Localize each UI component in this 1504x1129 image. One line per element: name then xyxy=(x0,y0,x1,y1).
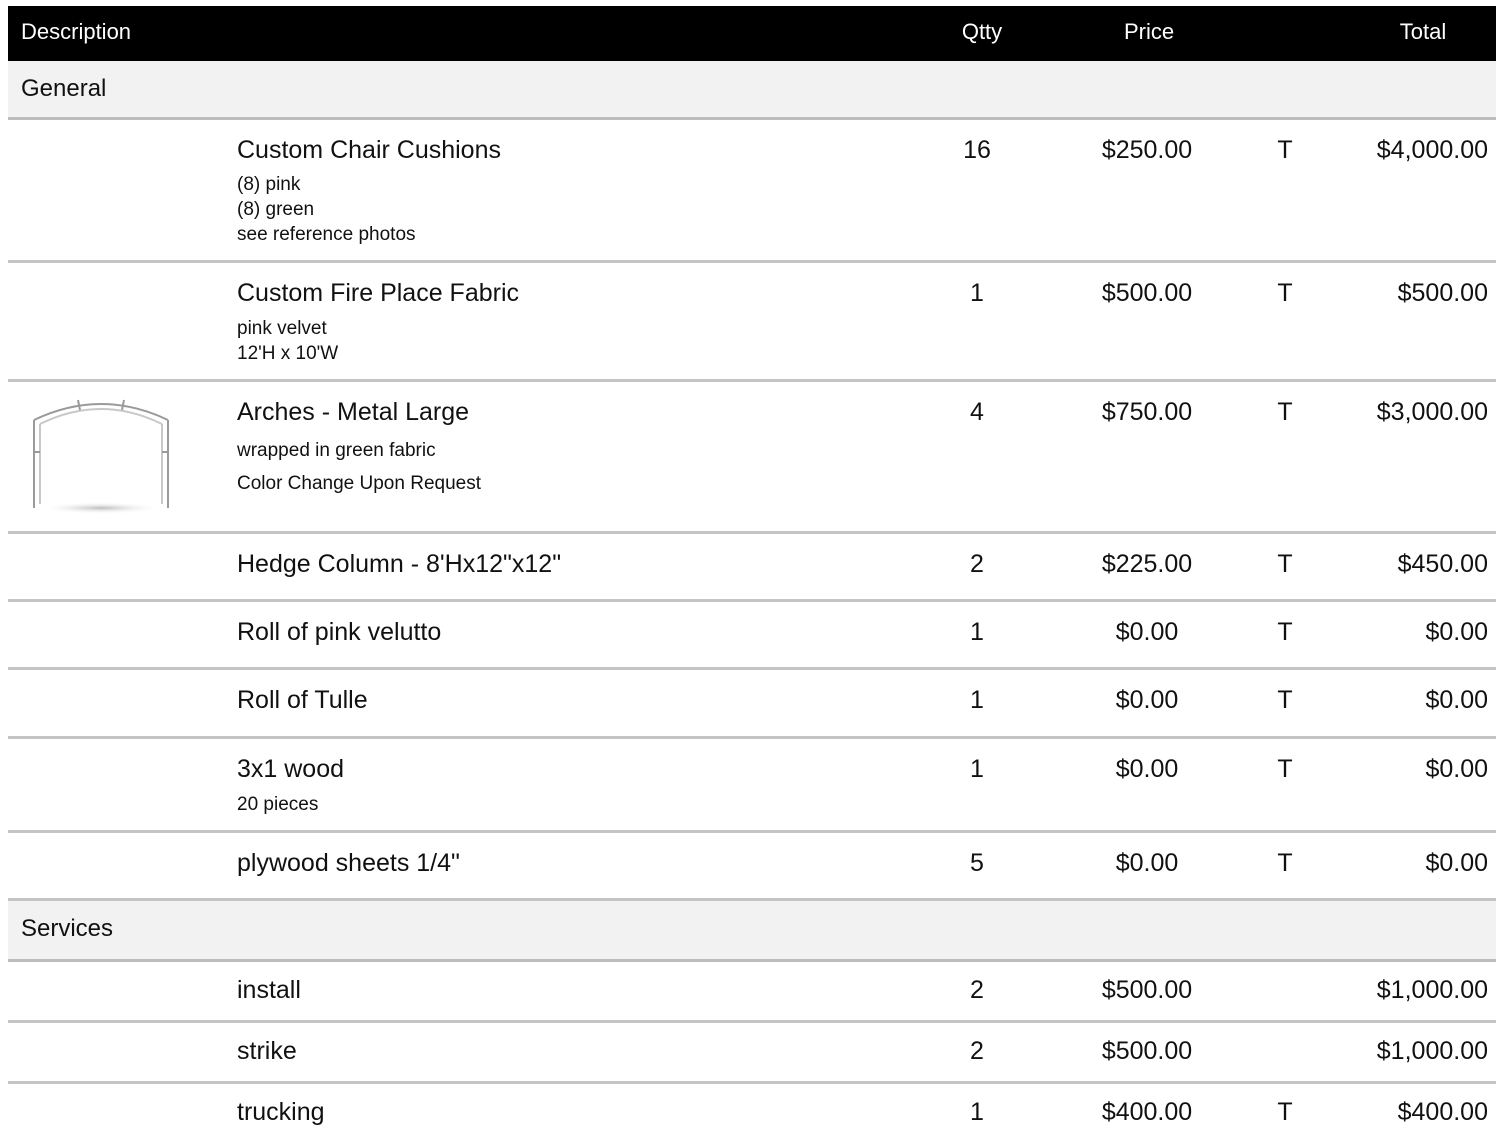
item-tax: T xyxy=(1277,136,1293,164)
item-total: $500.00 xyxy=(1397,279,1488,307)
table-row: install 2 $500.00 $1,000.00 xyxy=(8,962,1496,1023)
item-note: (8) green xyxy=(237,199,315,220)
item-total: $0.00 xyxy=(1425,686,1488,714)
item-tax: T xyxy=(1277,755,1293,783)
item-name: Hedge Column - 8'Hx12"x12" xyxy=(237,550,562,578)
item-notes: wrapped in green fabric Color Change Upo… xyxy=(237,434,481,500)
table-row: trucking 1 $400.00 T $400.00 xyxy=(8,1084,1496,1128)
item-tax: T xyxy=(1277,618,1293,646)
item-name: trucking xyxy=(237,1098,325,1126)
item-name: Roll of Tulle xyxy=(237,686,368,714)
item-price: $0.00 xyxy=(1115,849,1179,877)
item-name: install xyxy=(237,976,301,1004)
item-price: $500.00 xyxy=(1101,1037,1193,1065)
item-name: Arches - Metal Large xyxy=(237,398,470,426)
item-tax: T xyxy=(1277,550,1293,578)
item-total: $1,000.00 xyxy=(1376,976,1488,1004)
item-name: Custom Fire Place Fabric xyxy=(237,279,520,307)
item-total: $0.00 xyxy=(1425,849,1488,877)
item-notes: pink velvet 12'H x 10'W xyxy=(237,316,338,366)
metal-arch-image xyxy=(33,399,169,514)
header-description: Description xyxy=(21,19,132,44)
item-name: Custom Chair Cushions xyxy=(237,136,501,164)
item-qty: 2 xyxy=(970,550,984,578)
item-price: $225.00 xyxy=(1101,550,1193,578)
table-row: Custom Fire Place Fabric pink velvet 12'… xyxy=(8,263,1496,382)
table-row: Roll of pink velutto 1 $0.00 T $0.00 xyxy=(8,602,1496,670)
item-note: see reference photos xyxy=(237,224,416,245)
item-tax: T xyxy=(1277,1098,1293,1126)
item-qty: 1 xyxy=(970,686,984,714)
item-name: 3x1 wood xyxy=(237,755,345,783)
item-tax: T xyxy=(1277,849,1293,877)
item-note: Color Change Upon Request xyxy=(237,473,481,494)
header-price: Price xyxy=(1123,19,1175,44)
item-name: plywood sheets 1/4" xyxy=(237,849,460,877)
section-title: General xyxy=(21,75,107,102)
item-qty: 5 xyxy=(970,849,984,877)
item-note: wrapped in green fabric xyxy=(237,440,436,461)
table-row: strike 2 $500.00 $1,000.00 xyxy=(8,1023,1496,1084)
table-header: Description Qtty Price Total xyxy=(8,6,1496,61)
item-tax: T xyxy=(1277,279,1293,307)
item-qty: 1 xyxy=(970,755,984,783)
item-notes: (8) pink (8) green see reference photos xyxy=(237,172,416,247)
item-name: Roll of pink velutto xyxy=(237,618,442,646)
item-price: $0.00 xyxy=(1115,618,1179,646)
item-price: $500.00 xyxy=(1101,279,1193,307)
item-total: $3,000.00 xyxy=(1376,398,1488,426)
table-row: Custom Chair Cushions (8) pink (8) green… xyxy=(8,120,1496,263)
item-total: $450.00 xyxy=(1397,550,1488,578)
item-note: 20 pieces xyxy=(237,794,319,815)
item-qty: 1 xyxy=(970,279,984,307)
item-qty: 4 xyxy=(970,398,984,426)
item-qty: 16 xyxy=(963,136,991,164)
item-total: $4,000.00 xyxy=(1376,136,1488,164)
table-row: plywood sheets 1/4" 5 $0.00 T $0.00 xyxy=(8,833,1496,901)
item-total: $1,000.00 xyxy=(1376,1037,1488,1065)
item-notes: 20 pieces xyxy=(237,792,318,817)
item-price: $250.00 xyxy=(1101,136,1193,164)
invoice-table: Description Qtty Price Total General Cus… xyxy=(8,6,1496,1128)
section-services: Services xyxy=(8,901,1496,962)
item-note: 12'H x 10'W xyxy=(237,343,339,364)
item-note: pink velvet xyxy=(237,318,327,339)
item-total: $400.00 xyxy=(1397,1098,1488,1126)
item-qty: 2 xyxy=(970,976,984,1004)
table-row: 3x1 wood 20 pieces 1 $0.00 T $0.00 xyxy=(8,739,1496,833)
item-tax: T xyxy=(1277,398,1293,426)
item-price: $750.00 xyxy=(1101,398,1193,426)
item-price: $0.00 xyxy=(1115,686,1179,714)
item-price: $0.00 xyxy=(1115,755,1179,783)
item-total: $0.00 xyxy=(1425,618,1488,646)
item-total: $0.00 xyxy=(1425,755,1488,783)
section-general: General xyxy=(8,61,1496,120)
table-row: Arches - Metal Large wrapped in green fa… xyxy=(8,382,1496,534)
item-name: strike xyxy=(237,1037,297,1065)
header-total: Total xyxy=(1399,19,1447,44)
item-note: (8) pink xyxy=(237,174,301,195)
item-qty: 1 xyxy=(970,618,984,646)
item-tax: T xyxy=(1277,686,1293,714)
section-title: Services xyxy=(21,915,114,942)
header-qtty: Qtty xyxy=(961,19,1003,44)
item-price: $400.00 xyxy=(1101,1098,1193,1126)
table-row: Hedge Column - 8'Hx12"x12" 2 $225.00 T $… xyxy=(8,534,1496,602)
item-qty: 2 xyxy=(970,1037,984,1065)
item-qty: 1 xyxy=(970,1098,984,1126)
item-price: $500.00 xyxy=(1101,976,1193,1004)
table-row: Roll of Tulle 1 $0.00 T $0.00 xyxy=(8,670,1496,739)
